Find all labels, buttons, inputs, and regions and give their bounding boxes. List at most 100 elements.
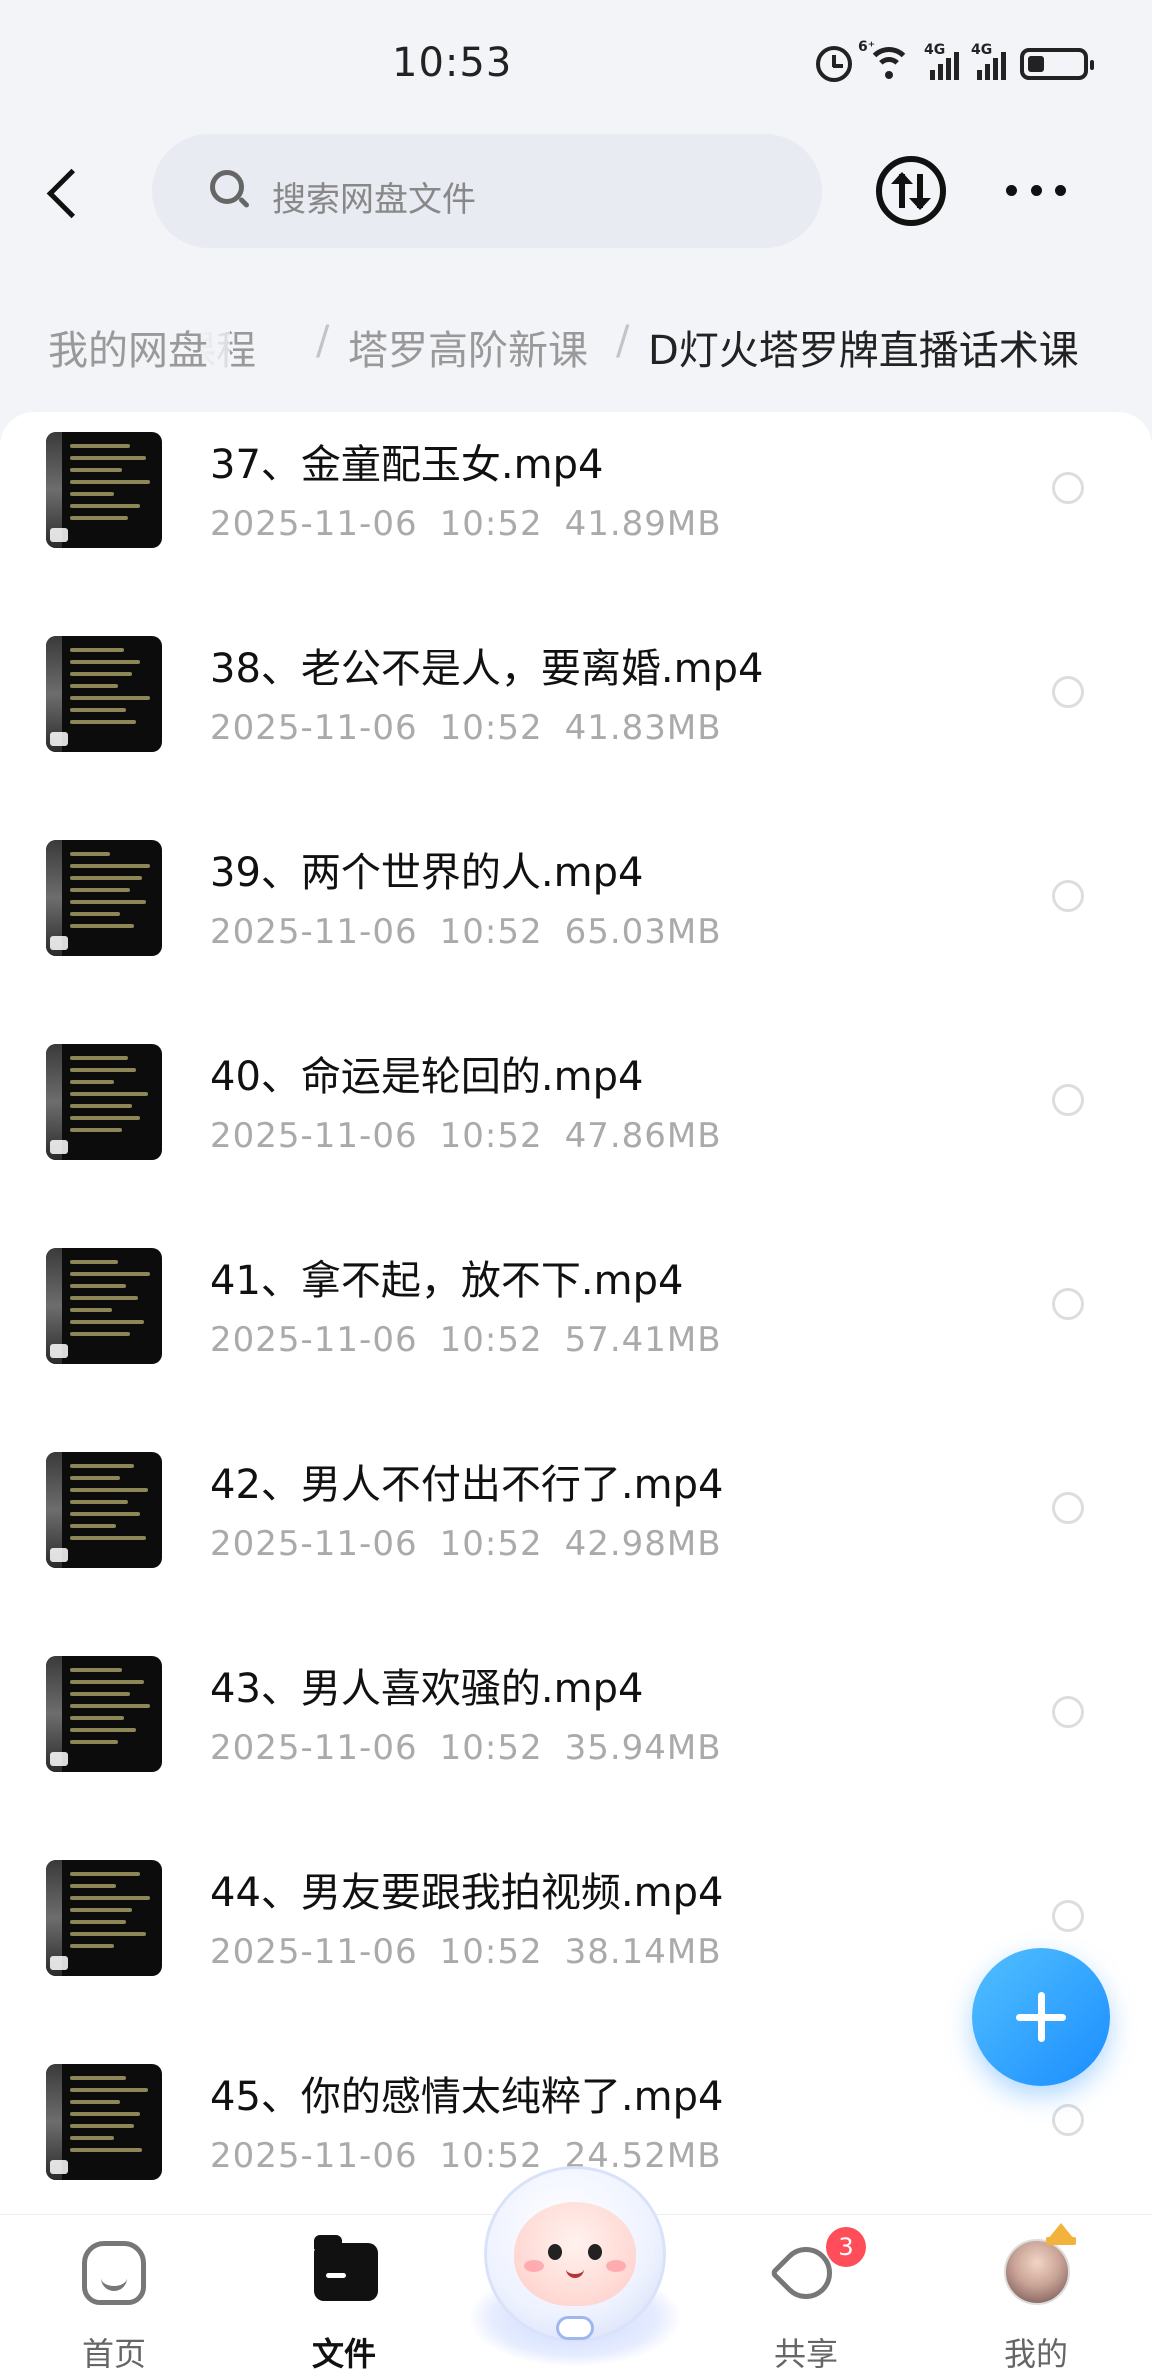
- file-row[interactable]: 39、两个世界的人.mp4 2025-11-06 10:52 65.03MB: [0, 830, 1152, 1034]
- file-meta: 2025-11-06 10:52 57.41MB: [210, 1320, 744, 1360]
- breadcrumb: 课程 我的网盘 / 塔罗高阶新课 / D灯火塔罗牌直播话术课: [0, 300, 1152, 390]
- file-size: 41.83MB: [564, 708, 722, 748]
- video-file-icon: [50, 1548, 68, 1562]
- video-file-icon: [50, 1140, 68, 1154]
- file-date: 2025-11-06: [210, 1116, 418, 1156]
- video-file-icon: [50, 732, 68, 746]
- file-date: 2025-11-06: [210, 1932, 418, 1972]
- file-date: 2025-11-06: [210, 2136, 418, 2176]
- nav-me[interactable]: 我的: [966, 2223, 1106, 2373]
- file-time: 10:52: [439, 1524, 543, 1564]
- video-thumbnail: [46, 636, 162, 752]
- video-file-icon: [50, 528, 68, 542]
- file-row[interactable]: 42、男人不付出不行了.mp4 2025-11-06 10:52 42.98MB: [0, 1442, 1152, 1646]
- share-badge: 3: [826, 2227, 866, 2267]
- breadcrumb-item-level2[interactable]: 塔罗高阶新课: [348, 318, 588, 376]
- nav-home[interactable]: 首页: [44, 2237, 184, 2373]
- nav-share-label: 共享: [773, 2335, 838, 2373]
- file-name: 43、男人喜欢骚的.mp4: [210, 1666, 644, 1712]
- home-icon: [82, 2241, 146, 2305]
- file-name: 39、两个世界的人.mp4: [210, 850, 644, 896]
- nav-files-label: 文件: [311, 2335, 376, 2373]
- signal-4g-icon: 4G: [924, 42, 959, 80]
- file-time: 10:52: [439, 504, 543, 544]
- file-name: 42、男人不付出不行了.mp4: [210, 1462, 724, 1508]
- select-checkbox[interactable]: [1052, 880, 1084, 912]
- breadcrumb-separator: /: [316, 318, 330, 364]
- breadcrumb-current: D灯火塔罗牌直播话术课: [648, 328, 1079, 374]
- alarm-icon: [816, 46, 852, 82]
- video-file-icon: [50, 2160, 68, 2174]
- search-input[interactable]: 搜索网盘文件: [152, 134, 822, 248]
- status-time: 10:53: [392, 40, 513, 86]
- file-row[interactable]: 38、老公不是人，要离婚.mp4 2025-11-06 10:52 41.83MB: [0, 626, 1152, 830]
- file-time: 10:52: [439, 1320, 543, 1360]
- breadcrumb-root[interactable]: 我的网盘: [26, 308, 230, 386]
- file-name: 45、你的感情太纯粹了.mp4: [210, 2074, 724, 2120]
- file-time: 10:52: [439, 708, 543, 748]
- video-thumbnail: [46, 1248, 162, 1364]
- file-name: 40、命运是轮回的.mp4: [210, 1054, 644, 1100]
- select-checkbox[interactable]: [1052, 1900, 1084, 1932]
- video-thumbnail: [46, 2064, 162, 2180]
- file-row[interactable]: 40、命运是轮回的.mp4 2025-11-06 10:52 47.86MB: [0, 1034, 1152, 1238]
- video-thumbnail: [46, 1044, 162, 1160]
- select-checkbox[interactable]: [1052, 2104, 1084, 2136]
- video-thumbnail: [46, 1452, 162, 1568]
- file-row[interactable]: 37、金童配玉女.mp4 2025-11-06 10:52 41.89MB: [0, 422, 1152, 626]
- video-thumbnail: [46, 1656, 162, 1772]
- nav-share[interactable]: 3 共享: [736, 2227, 876, 2373]
- file-meta: 2025-11-06 10:52 41.89MB: [210, 504, 744, 544]
- select-checkbox[interactable]: [1052, 472, 1084, 504]
- file-time: 10:52: [439, 1728, 543, 1768]
- file-meta: 2025-11-06 10:52 47.86MB: [210, 1116, 744, 1156]
- select-checkbox[interactable]: [1052, 1288, 1084, 1320]
- search-placeholder: 搜索网盘文件: [272, 180, 476, 220]
- file-date: 2025-11-06: [210, 1524, 418, 1564]
- battery-icon: [1020, 48, 1094, 80]
- file-name: 38、老公不是人，要离婚.mp4: [210, 646, 764, 692]
- file-date: 2025-11-06: [210, 708, 418, 748]
- more-icon[interactable]: [1006, 170, 1066, 210]
- file-size: 38.14MB: [564, 1932, 722, 1972]
- select-checkbox[interactable]: [1052, 1492, 1084, 1524]
- file-name: 41、拿不起，放不下.mp4: [210, 1258, 684, 1304]
- file-size: 57.41MB: [564, 1320, 722, 1360]
- file-row[interactable]: 41、拿不起，放不下.mp4 2025-11-06 10:52 57.41MB: [0, 1238, 1152, 1442]
- sim1-label: 4G: [924, 42, 946, 58]
- file-name: 44、男友要跟我拍视频.mp4: [210, 1870, 724, 1916]
- back-button[interactable]: [40, 160, 90, 224]
- file-meta: 2025-11-06 10:52 38.14MB: [210, 1932, 744, 1972]
- file-row[interactable]: 43、男人喜欢骚的.mp4 2025-11-06 10:52 35.94MB: [0, 1646, 1152, 1850]
- file-meta: 2025-11-06 10:52 65.03MB: [210, 912, 744, 952]
- file-size: 41.89MB: [564, 504, 722, 544]
- wifi-icon: 6⁺: [858, 39, 912, 81]
- mascot-assistant-button[interactable]: [460, 2160, 690, 2370]
- add-button[interactable]: [972, 1948, 1110, 2086]
- video-file-icon: [50, 1752, 68, 1766]
- select-checkbox[interactable]: [1052, 1696, 1084, 1728]
- file-name: 37、金童配玉女.mp4: [210, 442, 604, 488]
- breadcrumb-separator: /: [616, 318, 630, 364]
- folder-icon: [314, 2235, 378, 2301]
- select-checkbox[interactable]: [1052, 1084, 1084, 1116]
- video-file-icon: [50, 1956, 68, 1970]
- search-icon: [210, 170, 251, 210]
- video-thumbnail: [46, 1860, 162, 1976]
- status-bar: 10:53 6⁺ 4G 4G: [0, 0, 1152, 130]
- crown-icon: [1046, 2223, 1076, 2245]
- file-meta: 2025-11-06 10:52 35.94MB: [210, 1728, 744, 1768]
- file-meta: 2025-11-06 10:52 41.83MB: [210, 708, 744, 748]
- file-time: 10:52: [439, 1932, 543, 1972]
- file-time: 10:52: [439, 1116, 543, 1156]
- file-size: 42.98MB: [564, 1524, 722, 1564]
- file-meta: 2025-11-06 10:52 42.98MB: [210, 1524, 744, 1564]
- file-date: 2025-11-06: [210, 504, 418, 544]
- select-checkbox[interactable]: [1052, 676, 1084, 708]
- transfer-icon[interactable]: [876, 156, 946, 226]
- nav-home-label: 首页: [81, 2335, 146, 2373]
- nav-files[interactable]: 文件: [274, 2235, 414, 2373]
- file-date: 2025-11-06: [210, 912, 418, 952]
- file-size: 47.86MB: [564, 1116, 722, 1156]
- file-date: 2025-11-06: [210, 1728, 418, 1768]
